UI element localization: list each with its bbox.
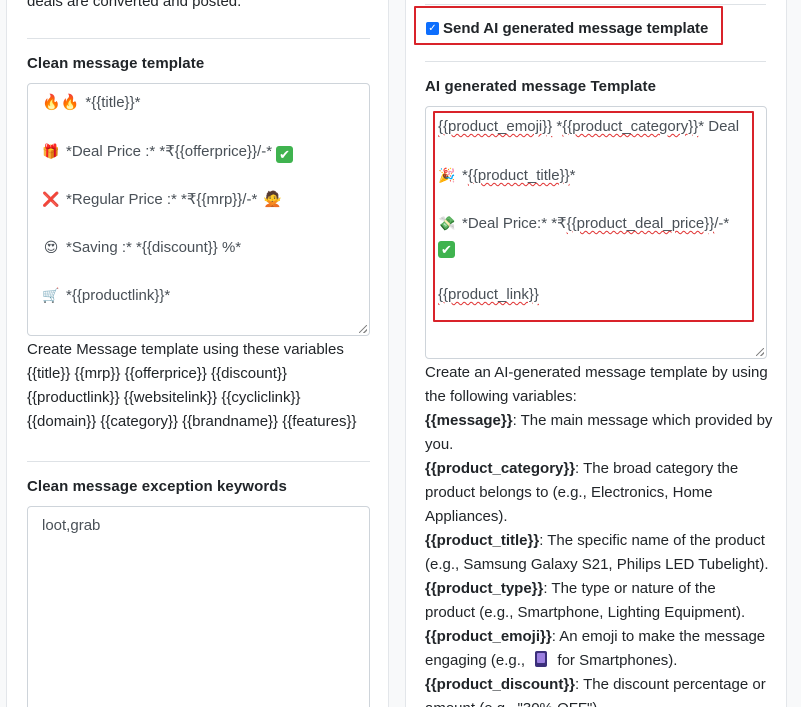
exception-keywords-value: loot,grab bbox=[42, 517, 101, 534]
clean-template-textarea[interactable]: 🔥🔥 *{{title}}* 🎁 *Deal Price :* *₹{{offerp… bbox=[27, 83, 370, 336]
ai-template-title: AI generated message Template bbox=[425, 78, 657, 95]
divider bbox=[27, 38, 370, 39]
ai-template-line-2: 🎉 *{{product_title}}* bbox=[438, 164, 575, 187]
clipped-description: deals are converted and posted. bbox=[27, 0, 242, 10]
ai-template-line-3: 💸 *Deal Price:* *₹{{product_deal_price}}/… bbox=[438, 212, 729, 235]
template-line-1: 🔥🔥 *{{title}}* bbox=[42, 94, 141, 111]
mobile-phone-icon bbox=[535, 651, 548, 667]
resize-handle[interactable] bbox=[756, 348, 764, 356]
heart-eyes-icon: 😍 bbox=[43, 239, 59, 255]
exception-keywords-textarea[interactable]: loot,grab bbox=[27, 506, 370, 707]
template-line-3: ❌ *Regular Price :* *₹{{mrp}}/-* 🙅 bbox=[42, 188, 282, 211]
ai-template-line-1: {{product_emoji}} *{{product_category}}*… bbox=[438, 118, 740, 135]
ai-template-line-3-continued: ✔ bbox=[438, 236, 455, 258]
send-ai-template-label: Send AI generated message template bbox=[443, 20, 709, 37]
exception-keywords-title: Clean message exception keywords bbox=[27, 478, 287, 495]
ai-template-help: Create an AI-generated message template … bbox=[425, 361, 775, 707]
divider bbox=[425, 61, 766, 62]
clean-template-help: Create Message template using these vari… bbox=[27, 341, 357, 430]
settings-page: deals are converted and posted. Clean me… bbox=[0, 0, 801, 707]
send-ai-template-option[interactable]: ✓ Send AI generated message template bbox=[426, 20, 708, 37]
var-product-title: {{product_title}}: The specific name of … bbox=[425, 532, 765, 549]
template-line-2: 🎁 *Deal Price :* *₹{{offerprice}}/-* ✔ bbox=[42, 140, 294, 163]
check-mark-icon: ✔ bbox=[438, 241, 455, 258]
send-ai-template-checkbox[interactable]: ✓ bbox=[426, 22, 439, 35]
shopping-cart-icon: 🛒 bbox=[42, 287, 60, 303]
money-with-wings-icon: 💸 bbox=[438, 215, 456, 231]
var-product-discount: {{product_discount}}: The discount perce… bbox=[425, 676, 766, 693]
var-product-type: {{product_type}}: The type or nature of … bbox=[425, 580, 716, 597]
check-mark-icon: ✔ bbox=[276, 146, 294, 163]
var-message: {{message}}: The main message which prov… bbox=[425, 412, 773, 429]
fire-icon: 🔥🔥 bbox=[42, 94, 80, 111]
var-product-emoji: {{product_emoji}}: An emoji to make the … bbox=[425, 628, 766, 645]
gift-icon: 🎁 bbox=[42, 143, 60, 159]
ai-template-line-4: {{product_link}} bbox=[438, 286, 539, 303]
resize-handle[interactable] bbox=[359, 325, 367, 333]
clean-template-title: Clean message template bbox=[27, 55, 205, 72]
divider bbox=[27, 461, 370, 462]
template-line-5: 🛒 *{{productlink}}* bbox=[42, 284, 170, 307]
person-gesturing-no-icon: 🙅 bbox=[263, 191, 282, 208]
var-product-category: {{product_category}}: The broad category… bbox=[425, 460, 739, 477]
ai-template-textarea[interactable]: {{product_emoji}} *{{product_category}}*… bbox=[425, 106, 767, 359]
template-line-4: 😍 *Saving :* *{{discount}} %* bbox=[42, 236, 241, 259]
party-popper-icon: 🎉 bbox=[438, 167, 456, 183]
divider bbox=[425, 4, 766, 5]
cross-mark-icon: ❌ bbox=[42, 191, 60, 207]
